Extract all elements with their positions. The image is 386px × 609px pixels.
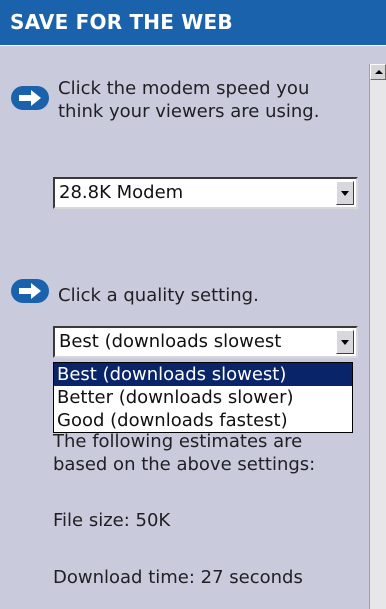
- modem-instruction-line1: Click the modem speed you: [58, 78, 310, 99]
- quality-instruction: Click a quality setting.: [58, 285, 259, 306]
- quality-option-better[interactable]: Better (downloads slower): [54, 386, 352, 409]
- chevron-down-icon: [341, 340, 349, 345]
- quality-select-value: Best (downloads slowest: [59, 331, 282, 352]
- chevron-down-icon: [341, 191, 349, 196]
- quality-dropdown-button[interactable]: [336, 330, 354, 354]
- right-arrow-icon: [11, 86, 49, 110]
- panel-title: SAVE FOR THE WEB: [0, 0, 386, 45]
- save-for-web-panel: SAVE FOR THE WEB Click the modem speed y…: [0, 0, 386, 609]
- quality-dropdown-list[interactable]: Best (downloads slowest) Better (downloa…: [53, 362, 353, 433]
- modem-speed-select[interactable]: 28.8K Modem: [53, 177, 358, 209]
- modem-instruction-line2: think your viewers are using.: [58, 101, 320, 122]
- download-time-estimate: Download time: 27 seconds: [53, 567, 303, 588]
- scroll-up-button[interactable]: [370, 64, 386, 80]
- estimates-intro: The following estimates are based on the…: [53, 430, 315, 476]
- estimates-line2: based on the above settings:: [53, 454, 316, 475]
- modem-dropdown-button[interactable]: [336, 181, 354, 205]
- right-arrow-icon: [11, 279, 49, 303]
- modem-instruction: Click the modem speed you think your vie…: [58, 77, 319, 123]
- quality-option-good[interactable]: Good (downloads fastest): [54, 409, 352, 432]
- modem-speed-value: 28.8K Modem: [59, 182, 184, 203]
- estimates-line1: The following estimates are: [53, 431, 303, 452]
- file-size-estimate: File size: 50K: [53, 510, 171, 531]
- up-arrow-icon: [375, 70, 383, 74]
- quality-select[interactable]: Best (downloads slowest: [53, 326, 358, 358]
- vertical-scrollbar[interactable]: [369, 64, 386, 609]
- quality-option-best[interactable]: Best (downloads slowest): [54, 363, 352, 386]
- header-divider: [0, 45, 386, 55]
